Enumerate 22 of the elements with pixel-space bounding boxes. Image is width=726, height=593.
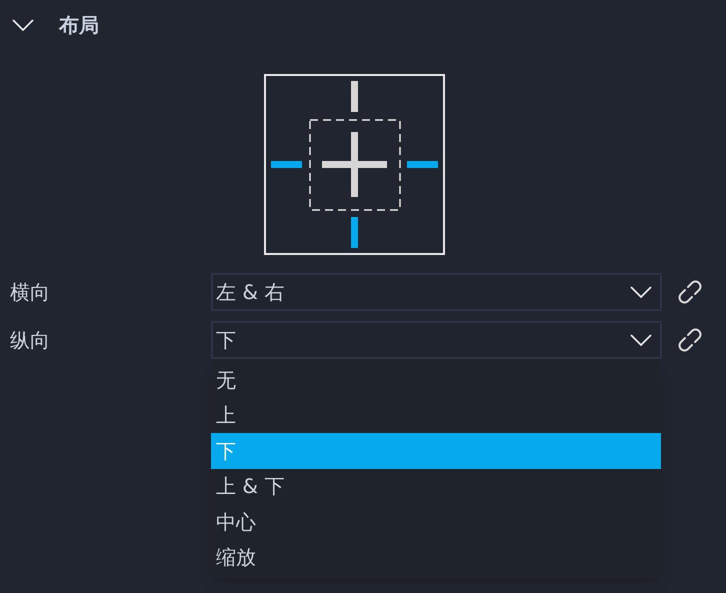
dropdown-option[interactable]: 中心 (211, 504, 661, 540)
anchor-right-marker[interactable] (407, 161, 438, 168)
anchor-preset-widget[interactable] (264, 74, 445, 255)
anchor-top-marker[interactable] (351, 81, 358, 112)
dropdown-option[interactable]: 无 (211, 362, 661, 398)
plus-icon[interactable] (322, 132, 387, 197)
anchor-left-marker[interactable] (271, 161, 302, 168)
dropdown-option[interactable]: 上 & 下 (211, 468, 661, 504)
chevron-icon (12, 19, 34, 31)
anchor-bottom-marker[interactable] (351, 217, 358, 248)
dropdown-option[interactable]: 上 (211, 398, 661, 433)
dropdown-option[interactable]: 缩放 (211, 540, 661, 575)
dropdown-select[interactable]: 左 & 右 (211, 273, 662, 311)
link-icon[interactable] (677, 327, 703, 353)
link-icon[interactable] (677, 279, 703, 305)
caret-icon (630, 286, 652, 298)
field-label: 横向 (9, 279, 51, 306)
caret-icon (630, 334, 652, 346)
collapse-toggle[interactable] (12, 19, 34, 31)
dropdown-select[interactable]: 下 (211, 321, 662, 359)
section-title: 布局 (59, 12, 99, 39)
field-label: 纵向 (9, 327, 51, 354)
